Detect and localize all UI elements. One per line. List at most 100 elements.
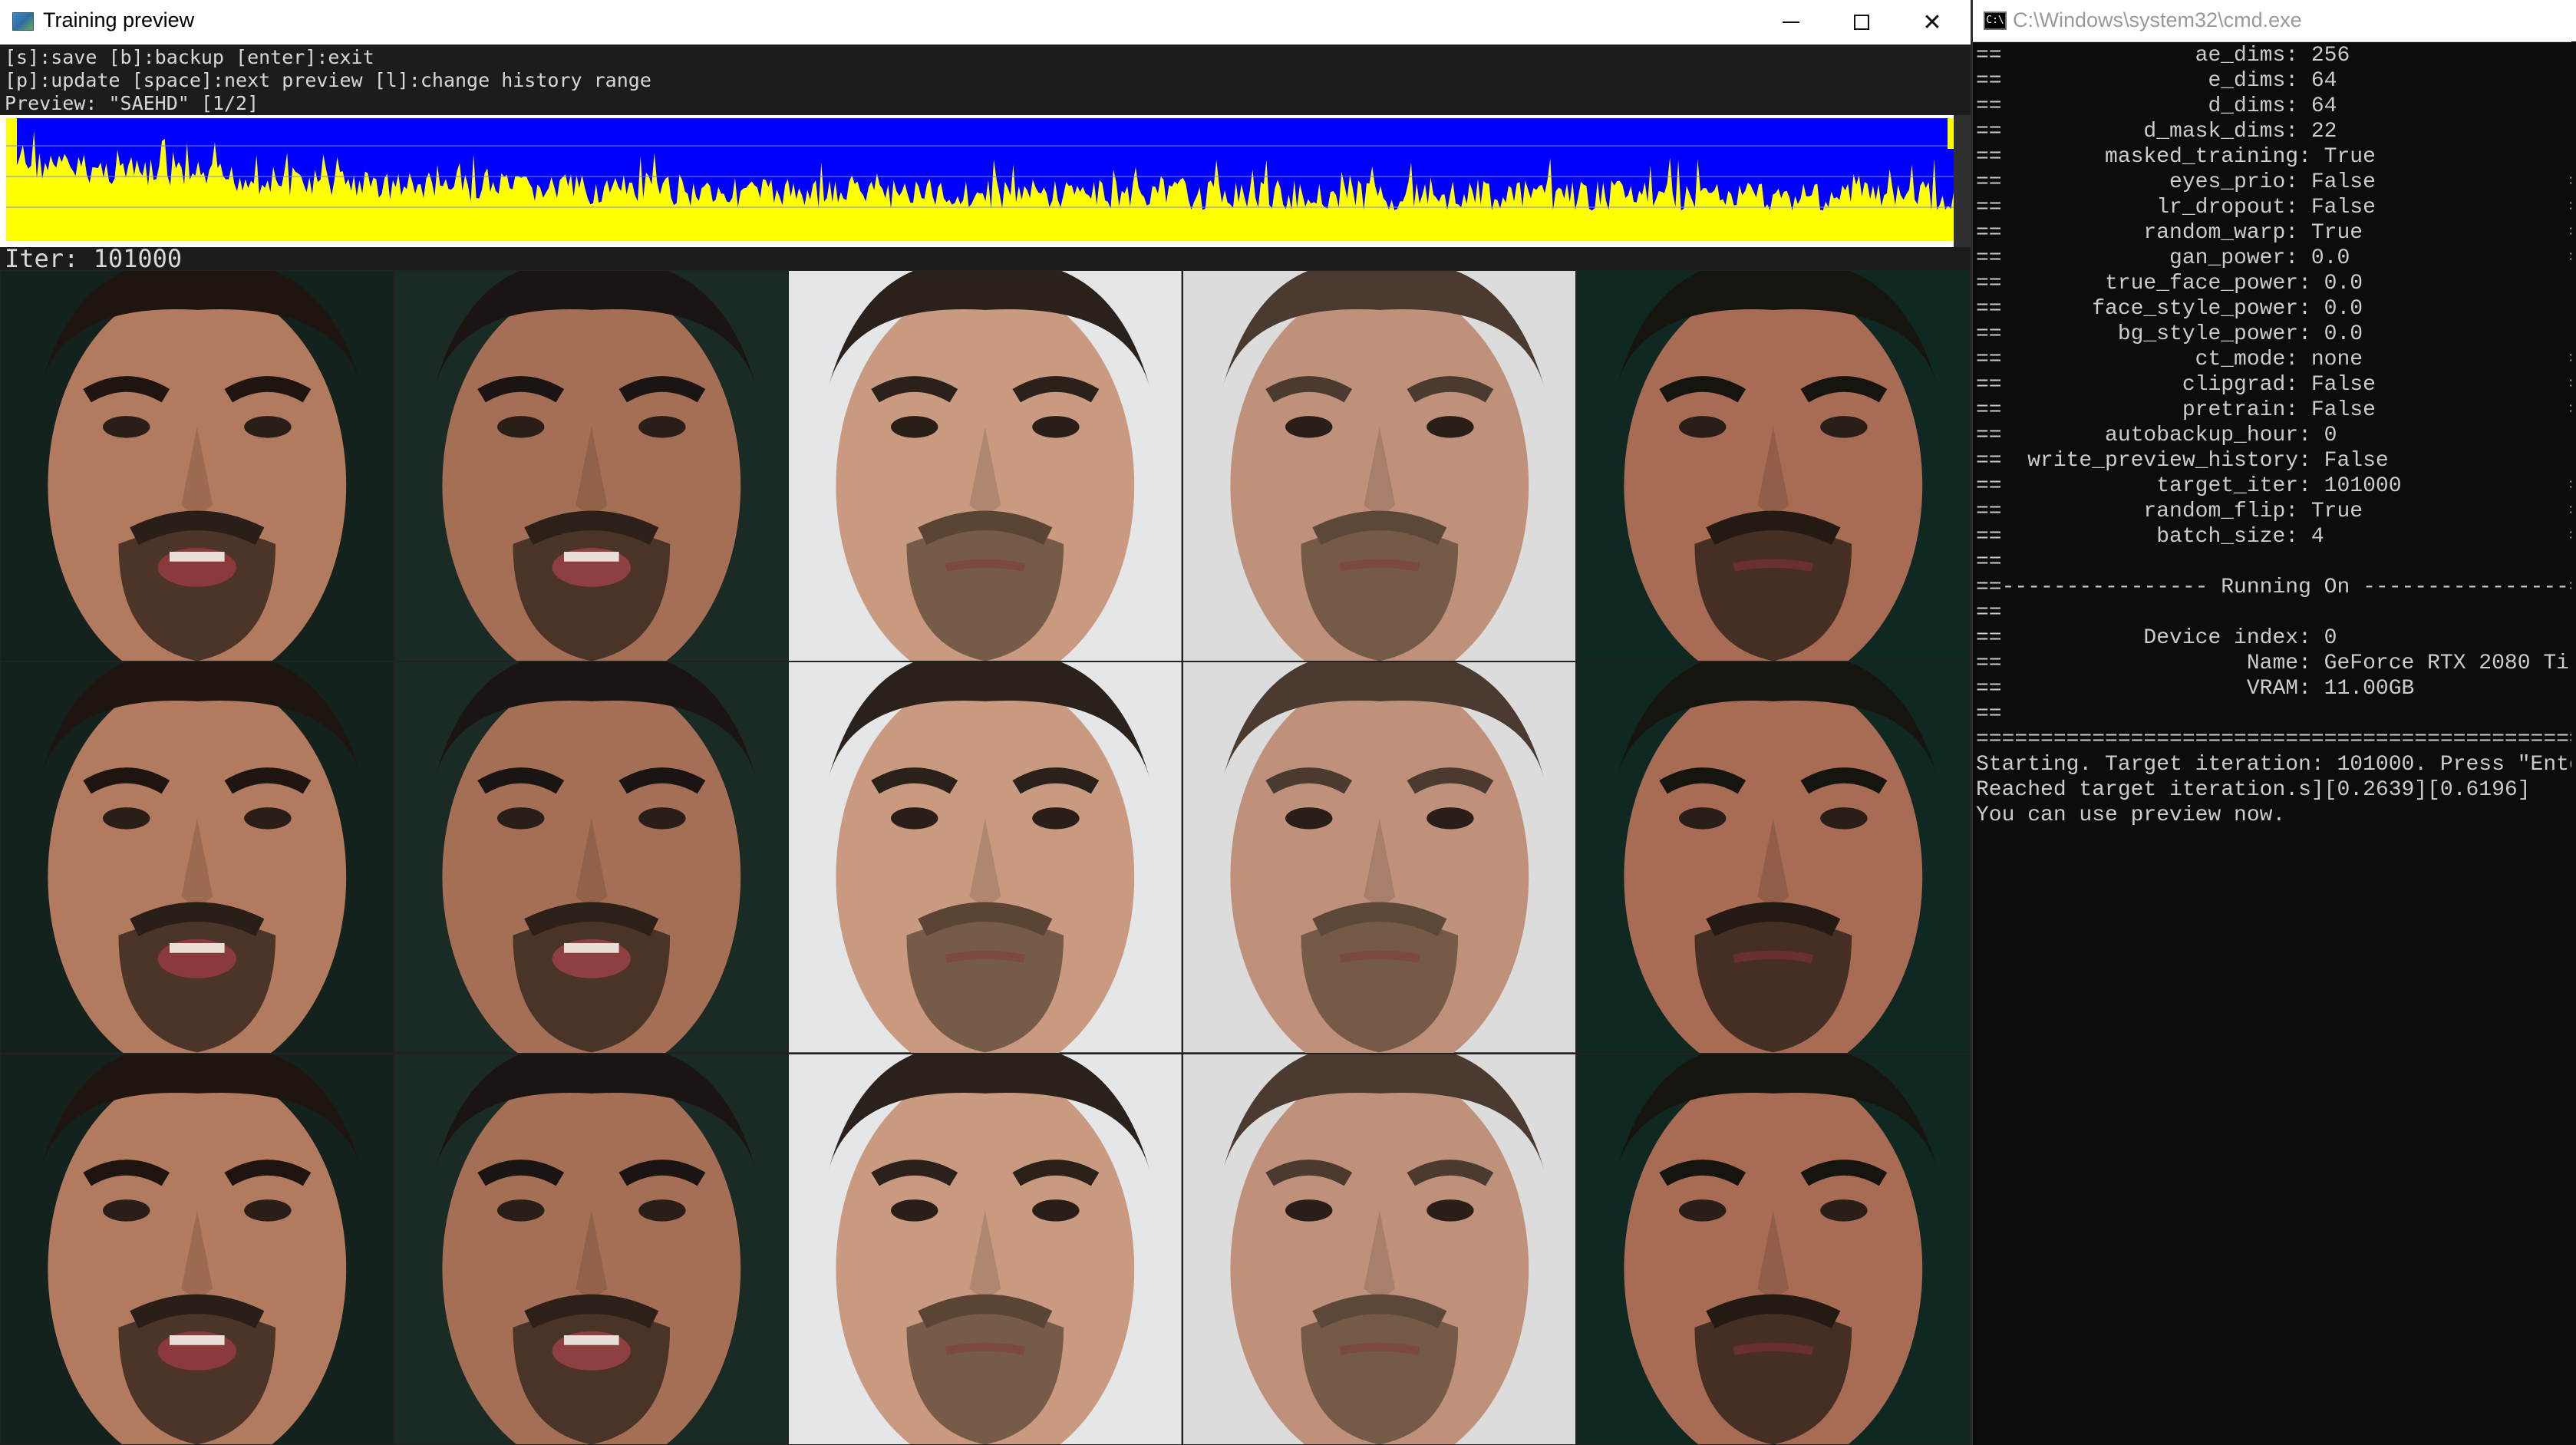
mouth [1339,559,1420,572]
console-line: == true_face_power: 0.0 == [1976,272,2574,295]
console-line: == ct_mode: none == [1976,348,2574,371]
console-line: == target_iter: 101000 == [1976,474,2574,498]
console-line: == random_warp: True == [1976,221,2574,245]
left-eye [103,807,150,830]
console-line: == == [1976,702,2574,726]
loss-history-graph [0,115,1971,247]
left-eye [1679,807,1727,830]
console-line: == clipgrad: False == [1976,373,2574,397]
right-eye [244,807,292,830]
console-window[interactable]: C:\ C:\Windows\system32\cmd.exe == ae_di… [1971,0,2576,1445]
mouth [1733,1342,1814,1355]
preview-face-image [0,1053,394,1445]
console-line: == e_dims: 64 == [1976,69,2574,93]
face-illustration [789,1054,1182,1444]
left-eye [103,416,150,438]
face-illustration [394,271,788,661]
right-eye [1820,1199,1868,1222]
console-line: == pretrain: False == [1976,398,2574,422]
console-line: == d_mask_dims: 22 == [1976,120,2574,144]
right-eye [1032,416,1080,438]
iteration-bar: Iter: 101000 [0,244,1971,273]
right-eye [1820,416,1868,438]
preview-face-image [1576,1053,1971,1445]
mouth [945,1342,1026,1355]
console-title-bar[interactable]: C:\ C:\Windows\system32\cmd.exe [1973,0,2576,42]
teeth [169,943,225,954]
mouth [945,559,1026,572]
close-button[interactable]: ✕ [1897,0,1967,45]
preview-face-image [1576,270,1971,662]
console-line: == masked_training: True == [1976,145,2574,169]
minimize-button[interactable] [1756,0,1826,45]
close-icon: ✕ [1922,8,1942,36]
face-illustration [789,662,1182,1053]
left-eye [496,1199,544,1222]
console-scrollbar[interactable] [2571,41,2576,1445]
app-icon [12,12,34,31]
preview-face-image [394,1053,789,1445]
left-eye [496,416,544,438]
mouth [1733,559,1814,572]
left-eye [891,416,938,438]
right-eye [1820,807,1868,830]
console-line: == == [1976,601,2574,625]
preview-face-image [1182,270,1577,662]
face-illustration [1182,662,1576,1053]
preview-face-image [1182,661,1577,1054]
teeth [169,1334,225,1345]
left-eye [1285,1199,1333,1222]
console-line: == == [1976,550,2574,574]
right-eye [638,1199,686,1222]
console-line: You can use preview now. [1976,803,2286,827]
left-eye [891,1199,938,1222]
console-line: == random_flip: True == [1976,500,2574,523]
preview-face-image [0,661,394,1054]
preview-key-help: [s]:save [b]:backup [enter]:exit [p]:upd… [0,45,1971,115]
mouth [945,951,1026,964]
preview-face-image [1182,1053,1577,1445]
face-illustration [394,662,788,1053]
src-loss-end [1948,118,1954,149]
left-eye [496,807,544,830]
maximize-button[interactable] [1826,0,1897,45]
preview-title-bar[interactable]: Training preview ✕ [0,0,1971,45]
console-output[interactable]: == ae_dims: 256 == == e_dims: 64 == == d_d… [1976,43,2574,1440]
console-line: == VRAM: 11.00GB == [1976,677,2574,701]
console-line: ==---------------- Running On ----------… [1976,576,2574,599]
console-icon: C:\ [1984,12,2007,30]
right-eye [638,807,686,830]
left-eye [1285,416,1333,438]
face-illustration [1,1054,394,1444]
face-illustration [1577,271,1970,661]
preview-face-grid [0,270,1971,1445]
preview-face-image [394,661,789,1054]
training-preview-window[interactable]: Training preview ✕ [s]:save [b]:backup [… [0,0,1971,1445]
console-line: Starting. Target iteration: 101000. Pres… [1976,753,2574,777]
right-eye [244,1199,292,1222]
preview-face-image [394,270,789,662]
right-eye [1426,416,1474,438]
preview-face-image [788,1053,1182,1445]
key-help-line: [s]:save [b]:backup [enter]:exit [5,46,374,68]
console-line: ========================================… [1976,727,2574,751]
right-eye [1032,807,1080,830]
face-illustration [1577,662,1970,1053]
face-illustration [1,662,394,1053]
minimize-icon [1783,21,1799,23]
console-line: == d_dims: 64 == [1976,94,2574,118]
right-eye [1426,1199,1474,1222]
left-eye [103,1199,150,1222]
right-eye [244,416,292,438]
console-line: == eyes_prio: False == [1976,170,2574,194]
left-eye [1679,1199,1727,1222]
mouth [1339,951,1420,964]
left-eye [891,807,938,830]
right-eye [1426,807,1474,830]
maximize-icon [1854,15,1869,30]
console-line: == Device index: 0 == [1976,626,2574,650]
face-illustration [789,271,1182,661]
console-title: C:\Windows\system32\cmd.exe [2013,8,2302,31]
key-help-line: [p]:update [space]:next preview [l]:chan… [5,69,651,91]
face-illustration [1182,271,1576,661]
